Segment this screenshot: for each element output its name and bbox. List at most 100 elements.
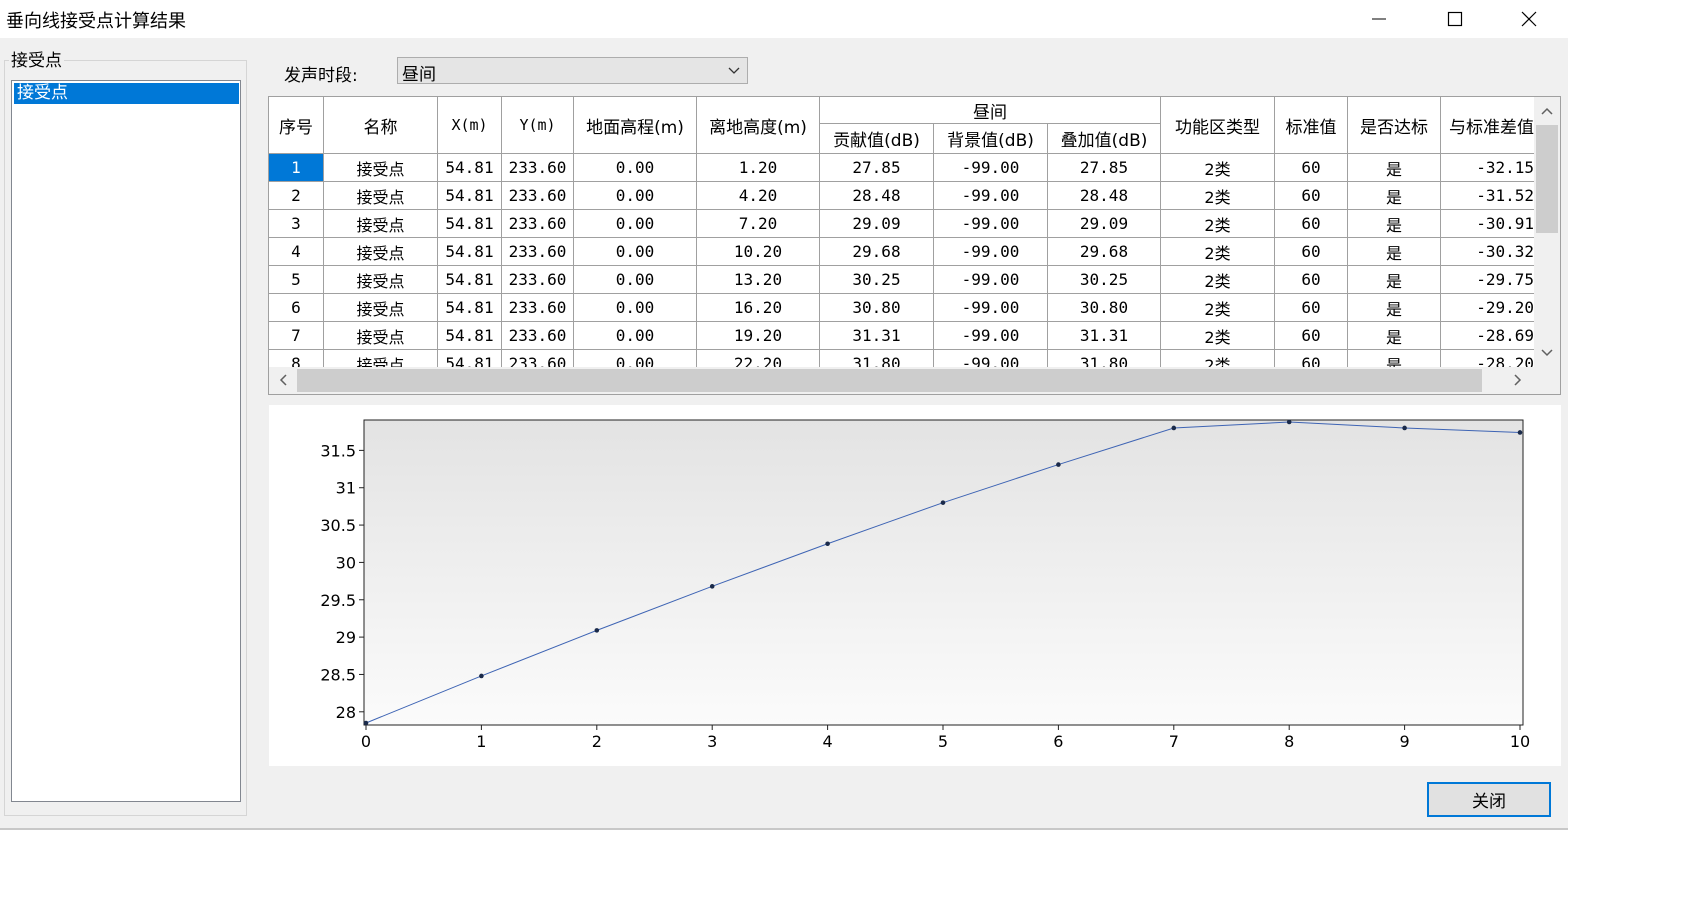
header-index[interactable]: 序号 (269, 97, 324, 154)
cell-y[interactable]: 233.60 (502, 350, 574, 367)
cell-diff[interactable]: -28.20 (1441, 350, 1534, 367)
cell-compliant[interactable]: 是 (1348, 154, 1441, 182)
cell-background[interactable]: -99.00 (934, 182, 1048, 210)
cell-contribution[interactable]: 29.68 (820, 238, 934, 266)
cell-zone-type[interactable]: 2类 (1161, 154, 1275, 182)
cell-background[interactable]: -99.00 (934, 350, 1048, 367)
cell-name[interactable]: 接受点 (324, 294, 438, 322)
cell-contribution[interactable]: 30.25 (820, 266, 934, 294)
cell-zone-type[interactable]: 2类 (1161, 182, 1275, 210)
cell-ground-elev[interactable]: 0.00 (574, 210, 697, 238)
cell-name[interactable]: 接受点 (324, 322, 438, 350)
cell-name[interactable]: 接受点 (324, 350, 438, 367)
cell-height[interactable]: 13.20 (697, 266, 820, 294)
header-name[interactable]: 名称 (324, 97, 438, 154)
cell-ground-elev[interactable]: 0.00 (574, 322, 697, 350)
cell-ground-elev[interactable]: 0.00 (574, 350, 697, 367)
header-compliant[interactable]: 是否达标 (1348, 97, 1441, 154)
cell-x[interactable]: 54.81 (438, 154, 502, 182)
cell-compliant[interactable]: 是 (1348, 210, 1441, 238)
cell-superposition[interactable]: 29.68 (1048, 238, 1161, 266)
cell-x[interactable]: 54.81 (438, 294, 502, 322)
cell-contribution[interactable]: 31.80 (820, 350, 934, 367)
scroll-down-icon[interactable] (1536, 342, 1558, 364)
cell-superposition[interactable]: 27.85 (1048, 154, 1161, 182)
horizontal-scroll-thumb[interactable] (297, 369, 1482, 392)
header-standard[interactable]: 标准值 (1275, 97, 1348, 154)
cell-contribution[interactable]: 30.80 (820, 294, 934, 322)
vertical-scrollbar[interactable] (1534, 97, 1560, 367)
cell-height[interactable]: 22.20 (697, 350, 820, 367)
cell-diff[interactable]: -30.91 (1441, 210, 1534, 238)
cell-height[interactable]: 16.20 (697, 294, 820, 322)
cell-y[interactable]: 233.60 (502, 266, 574, 294)
cell-zone-type[interactable]: 2类 (1161, 294, 1275, 322)
cell-ground-elev[interactable]: 0.00 (574, 294, 697, 322)
cell-standard[interactable]: 60 (1275, 322, 1348, 350)
cell-name[interactable]: 接受点 (324, 266, 438, 294)
cell-compliant[interactable]: 是 (1348, 182, 1441, 210)
cell-diff[interactable]: -29.20 (1441, 294, 1534, 322)
cell-diff[interactable]: -29.75 (1441, 266, 1534, 294)
header-y[interactable]: Y(m) (502, 97, 574, 154)
cell-index[interactable]: 3 (269, 210, 324, 238)
cell-background[interactable]: -99.00 (934, 322, 1048, 350)
minimize-button[interactable] (1356, 4, 1402, 34)
cell-standard[interactable]: 60 (1275, 350, 1348, 367)
header-height[interactable]: 离地高度(m) (697, 97, 820, 154)
receiver-list-item[interactable]: 接受点 (14, 83, 239, 104)
cell-y[interactable]: 233.60 (502, 294, 574, 322)
header-ground-elev[interactable]: 地面高程(m) (574, 97, 697, 154)
cell-zone-type[interactable]: 2类 (1161, 350, 1275, 367)
cell-x[interactable]: 54.81 (438, 182, 502, 210)
cell-y[interactable]: 233.60 (502, 322, 574, 350)
cell-superposition[interactable]: 31.31 (1048, 322, 1161, 350)
receiver-list[interactable]: 接受点 (11, 80, 241, 802)
cell-zone-type[interactable]: 2类 (1161, 322, 1275, 350)
cell-standard[interactable]: 60 (1275, 154, 1348, 182)
cell-height[interactable]: 19.20 (697, 322, 820, 350)
cell-contribution[interactable]: 28.48 (820, 182, 934, 210)
close-window-button[interactable] (1506, 4, 1552, 34)
cell-standard[interactable]: 60 (1275, 210, 1348, 238)
cell-superposition[interactable]: 30.80 (1048, 294, 1161, 322)
cell-x[interactable]: 54.81 (438, 350, 502, 367)
cell-background[interactable]: -99.00 (934, 294, 1048, 322)
cell-compliant[interactable]: 是 (1348, 294, 1441, 322)
cell-ground-elev[interactable]: 0.00 (574, 154, 697, 182)
header-background[interactable]: 背景值(dB) (934, 124, 1048, 154)
cell-index[interactable]: 2 (269, 182, 324, 210)
cell-height[interactable]: 1.20 (697, 154, 820, 182)
cell-height[interactable]: 7.20 (697, 210, 820, 238)
cell-ground-elev[interactable]: 0.00 (574, 182, 697, 210)
results-table[interactable]: 序号 名称 X(m) Y(m) 地面高程(m) 离地高度(m) 昼间 贡献值(d… (268, 96, 1561, 395)
cell-x[interactable]: 54.81 (438, 238, 502, 266)
cell-index[interactable]: 4 (269, 238, 324, 266)
cell-y[interactable]: 233.60 (502, 154, 574, 182)
cell-y[interactable]: 233.60 (502, 182, 574, 210)
cell-y[interactable]: 233.60 (502, 238, 574, 266)
cell-contribution[interactable]: 27.85 (820, 154, 934, 182)
cell-index[interactable]: 6 (269, 294, 324, 322)
cell-height[interactable]: 10.20 (697, 238, 820, 266)
cell-background[interactable]: -99.00 (934, 238, 1048, 266)
cell-index[interactable]: 8 (269, 350, 324, 367)
cell-standard[interactable]: 60 (1275, 266, 1348, 294)
cell-diff[interactable]: -28.69 (1441, 322, 1534, 350)
cell-index[interactable]: 5 (269, 266, 324, 294)
header-diff[interactable]: 与标准差值 (1441, 97, 1534, 154)
cell-superposition[interactable]: 31.80 (1048, 350, 1161, 367)
cell-compliant[interactable]: 是 (1348, 266, 1441, 294)
cell-diff[interactable]: -32.15 (1441, 154, 1534, 182)
maximize-button[interactable] (1432, 4, 1478, 34)
cell-name[interactable]: 接受点 (324, 210, 438, 238)
header-zone-type[interactable]: 功能区类型 (1161, 97, 1275, 154)
scroll-right-icon[interactable] (1507, 369, 1529, 391)
cell-contribution[interactable]: 29.09 (820, 210, 934, 238)
cell-superposition[interactable]: 28.48 (1048, 182, 1161, 210)
horizontal-scrollbar[interactable] (269, 367, 1534, 394)
vertical-scroll-thumb[interactable] (1536, 125, 1558, 233)
header-contribution[interactable]: 贡献值(dB) (820, 124, 934, 154)
cell-height[interactable]: 4.20 (697, 182, 820, 210)
cell-name[interactable]: 接受点 (324, 238, 438, 266)
